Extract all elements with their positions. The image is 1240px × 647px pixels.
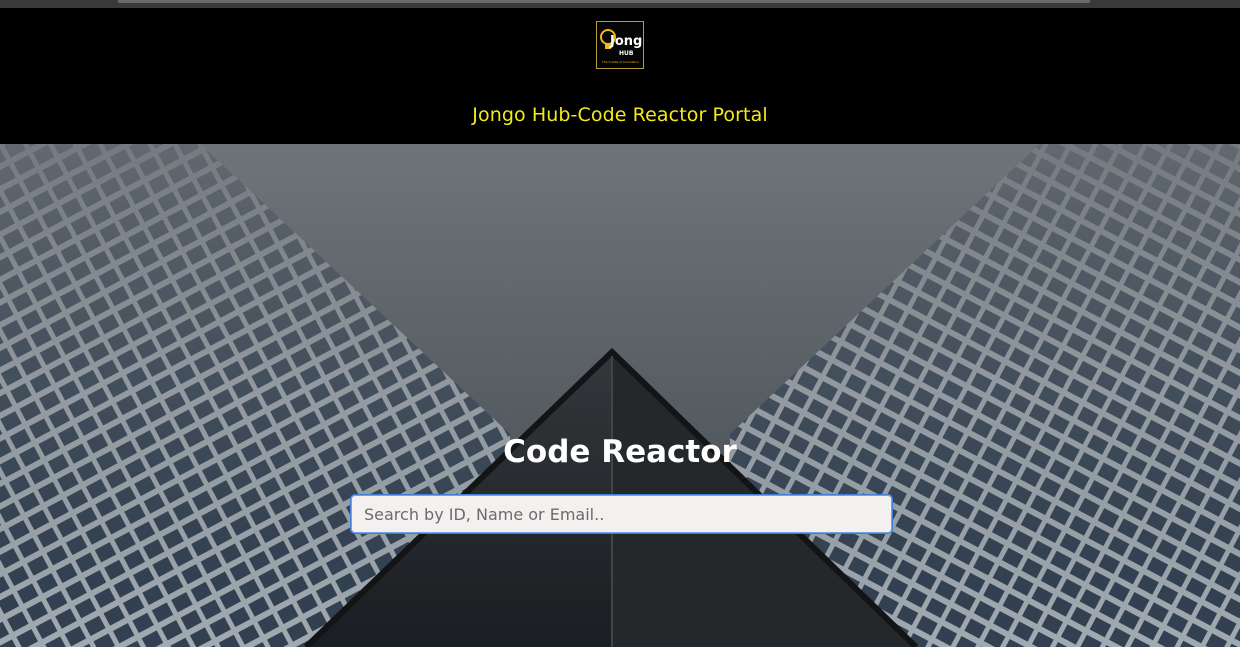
search-input[interactable]: [351, 495, 892, 533]
horizontal-scrollbar[interactable]: [118, 0, 1090, 3]
logo-sub: HUB: [619, 50, 634, 57]
logo-tagline: The Cradle of Innovation: [601, 60, 639, 64]
browser-top-strip: [0, 0, 1240, 8]
portal-title: Jongo Hub-Code Reactor Portal: [472, 104, 768, 126]
hero-section: Code Reactor: [0, 144, 1240, 647]
hero-title: Code Reactor: [503, 434, 737, 470]
jongo-hub-logo[interactable]: Jongo HUB The Cradle of Innovation: [596, 21, 644, 69]
site-header: Jongo HUB The Cradle of Innovation Jongo…: [0, 8, 1240, 144]
logo-text: Jongo: [609, 34, 643, 49]
skyscraper-background: [0, 144, 1240, 647]
lightbulb-icon: Jongo HUB The Cradle of Innovation: [600, 29, 643, 64]
